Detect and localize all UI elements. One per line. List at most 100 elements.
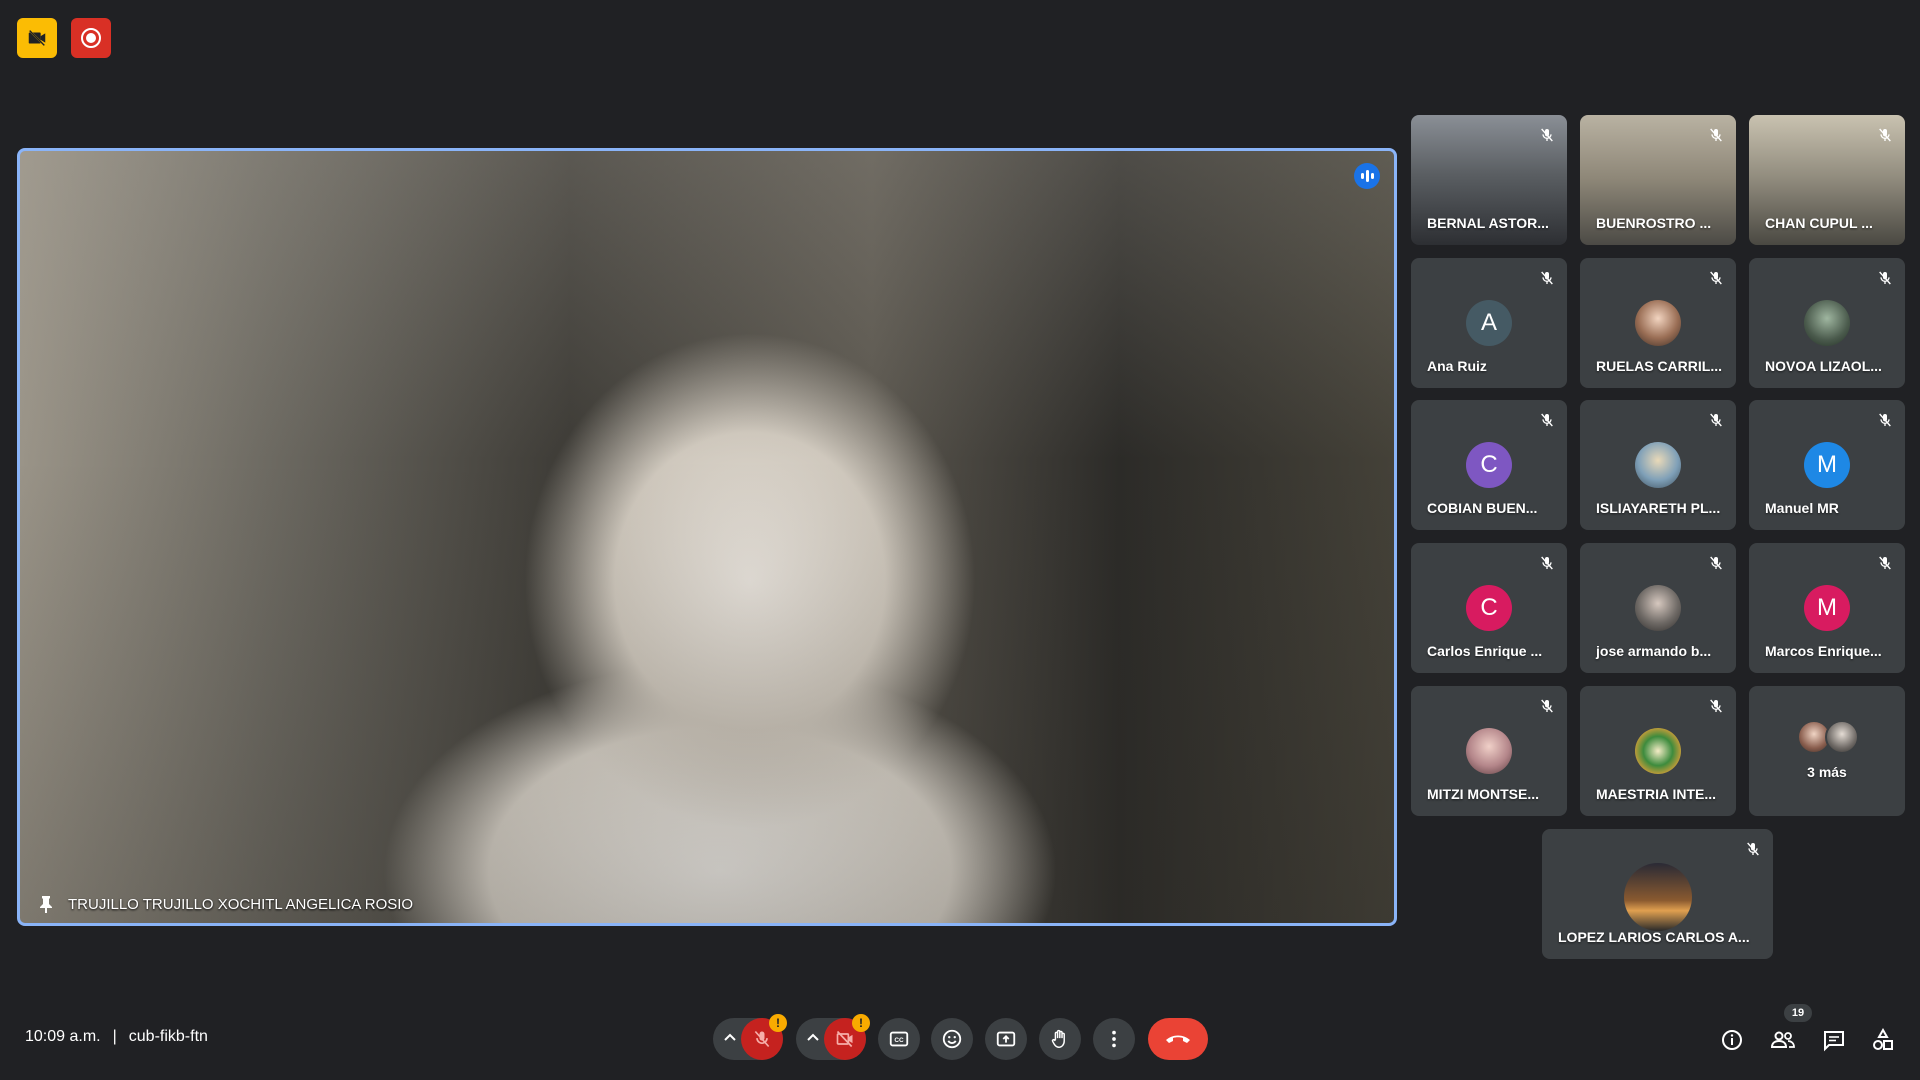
- participant-name: COBIAN BUEN...: [1427, 500, 1538, 516]
- participant-name: Manuel MR: [1765, 500, 1839, 516]
- mic-off-icon: [1708, 127, 1724, 148]
- chevron-up-icon[interactable]: [723, 1028, 737, 1053]
- chat-button[interactable]: [1818, 1024, 1850, 1056]
- end-call-icon: [1166, 1035, 1190, 1043]
- avatar-letter: C: [1466, 442, 1512, 488]
- participant-name: BUENROSTRO ...: [1596, 215, 1712, 231]
- activities-button[interactable]: [1867, 1024, 1899, 1056]
- participant-tile[interactable]: LOPEZ LARIOS CARLOS A...: [1542, 829, 1773, 959]
- emoji-reaction-button[interactable]: [931, 1018, 973, 1060]
- mic-off-icon: [1539, 127, 1555, 148]
- participant-tile[interactable]: BERNAL ASTOR...: [1411, 115, 1567, 245]
- speaking-indicator-icon: [1354, 163, 1380, 189]
- participant-tile[interactable]: jose armando b...: [1580, 543, 1736, 673]
- meeting-code: cub-fikb-ftn: [128, 1028, 208, 1045]
- info-icon: [1722, 1030, 1742, 1050]
- present-screen-button[interactable]: [985, 1018, 1027, 1060]
- main-speaker-video[interactable]: TRUJILLO TRUJILLO XOCHITL ANGELICA ROSIO: [17, 148, 1397, 926]
- leave-call-button[interactable]: [1148, 1018, 1208, 1060]
- chat-icon: [1824, 1031, 1844, 1052]
- camera-control-group[interactable]: !: [796, 1014, 870, 1060]
- hand-icon: [1051, 1029, 1065, 1048]
- participant-name: MAESTRIA INTE...: [1596, 786, 1717, 802]
- avatar-stack: [1797, 720, 1859, 754]
- separator: |: [112, 1028, 117, 1045]
- mic-off-icon: [1708, 270, 1724, 291]
- camera-off-button[interactable]: !: [824, 1014, 870, 1060]
- mic-off-icon: [1745, 841, 1761, 862]
- mic-off-icon: [1877, 412, 1893, 433]
- participant-tile[interactable]: M Marcos Enrique...: [1749, 543, 1905, 673]
- participant-tile[interactable]: MAESTRIA INTE...: [1580, 686, 1736, 816]
- mic-off-icon: [1877, 555, 1893, 576]
- participant-tile[interactable]: CHAN CUPUL ...: [1749, 115, 1905, 245]
- mic-off-icon: [1539, 698, 1555, 719]
- avatar-photo: [1635, 300, 1681, 346]
- no-video-recording-icon[interactable]: [17, 18, 57, 58]
- emoji-icon: [942, 1029, 962, 1049]
- participant-name: MITZI MONTSE...: [1427, 786, 1539, 802]
- participant-name: Ana Ruiz: [1427, 358, 1487, 374]
- clock: 10:09 a.m.: [25, 1028, 101, 1045]
- more-vert-icon: [1112, 1030, 1116, 1048]
- people-button[interactable]: [1767, 1024, 1799, 1056]
- avatar-letter: C: [1466, 585, 1512, 631]
- participant-name: Marcos Enrique...: [1765, 643, 1882, 659]
- participant-name: ISLIAYARETH PL...: [1596, 500, 1721, 516]
- avatar-photo: [1635, 585, 1681, 631]
- mic-off-icon: [1708, 555, 1724, 576]
- present-icon: [996, 1031, 1016, 1047]
- avatar-letter: M: [1804, 442, 1850, 488]
- participant-tile[interactable]: M Manuel MR: [1749, 400, 1905, 530]
- participant-name: RUELAS CARRIL...: [1596, 358, 1722, 374]
- mic-off-icon: [1539, 270, 1555, 291]
- avatar-photo: [1635, 442, 1681, 488]
- mic-off-icon: [754, 1030, 770, 1048]
- participant-name: BERNAL ASTOR...: [1427, 215, 1549, 231]
- more-participants-tile[interactable]: 3 más: [1749, 686, 1905, 816]
- avatar-photo: [1623, 863, 1692, 931]
- meeting-details-button[interactable]: [1716, 1024, 1748, 1056]
- camera-alert-badge: !: [852, 1014, 870, 1032]
- participant-tile[interactable]: C COBIAN BUEN...: [1411, 400, 1567, 530]
- participant-name: NOVOA LIZAOL...: [1765, 358, 1882, 374]
- svg-text:CC: CC: [894, 1037, 904, 1044]
- mic-off-icon: [1708, 412, 1724, 433]
- more-options-button[interactable]: [1093, 1018, 1135, 1060]
- participant-name: 3 más: [1807, 764, 1847, 780]
- mic-off-button[interactable]: !: [741, 1014, 787, 1060]
- camera-off-icon: [836, 1030, 853, 1048]
- participant-tile[interactable]: A Ana Ruiz: [1411, 258, 1567, 388]
- participant-name: LOPEZ LARIOS CARLOS A...: [1558, 929, 1750, 945]
- pin-icon[interactable]: [38, 895, 54, 913]
- participant-name: jose armando b...: [1596, 643, 1712, 659]
- mic-control-group[interactable]: !: [713, 1014, 787, 1060]
- avatar-photo: [1804, 300, 1850, 346]
- participant-tile[interactable]: BUENROSTRO ...: [1580, 115, 1736, 245]
- recording-icon[interactable]: [71, 18, 111, 58]
- participant-name: Carlos Enrique ...: [1427, 643, 1543, 659]
- video-feed: [20, 151, 1394, 923]
- people-icon: [1770, 1031, 1795, 1048]
- chevron-up-icon[interactable]: [806, 1028, 820, 1053]
- avatar-letter: M: [1804, 585, 1850, 631]
- participant-count-badge: 19: [1784, 1004, 1812, 1022]
- raise-hand-button[interactable]: [1039, 1018, 1081, 1060]
- mic-off-icon: [1539, 412, 1555, 433]
- mic-off-icon: [1708, 698, 1724, 719]
- participant-tile[interactable]: RUELAS CARRIL...: [1580, 258, 1736, 388]
- activities-icon: [1873, 1028, 1893, 1050]
- participant-tile[interactable]: MITZI MONTSE...: [1411, 686, 1567, 816]
- main-speaker-label: TRUJILLO TRUJILLO XOCHITL ANGELICA ROSIO: [38, 895, 413, 913]
- captions-icon: CC: [889, 1031, 909, 1047]
- participant-tile[interactable]: NOVOA LIZAOL...: [1749, 258, 1905, 388]
- participant-name: CHAN CUPUL ...: [1765, 215, 1873, 231]
- mic-off-icon: [1539, 555, 1555, 576]
- participant-tile[interactable]: ISLIAYARETH PL...: [1580, 400, 1736, 530]
- captions-button[interactable]: CC: [878, 1018, 920, 1060]
- main-speaker-name: TRUJILLO TRUJILLO XOCHITL ANGELICA ROSIO: [68, 895, 414, 913]
- mic-off-icon: [1877, 127, 1893, 148]
- mic-off-icon: [1877, 270, 1893, 291]
- participant-tile[interactable]: C Carlos Enrique ...: [1411, 543, 1567, 673]
- avatar-photo: [1635, 728, 1681, 774]
